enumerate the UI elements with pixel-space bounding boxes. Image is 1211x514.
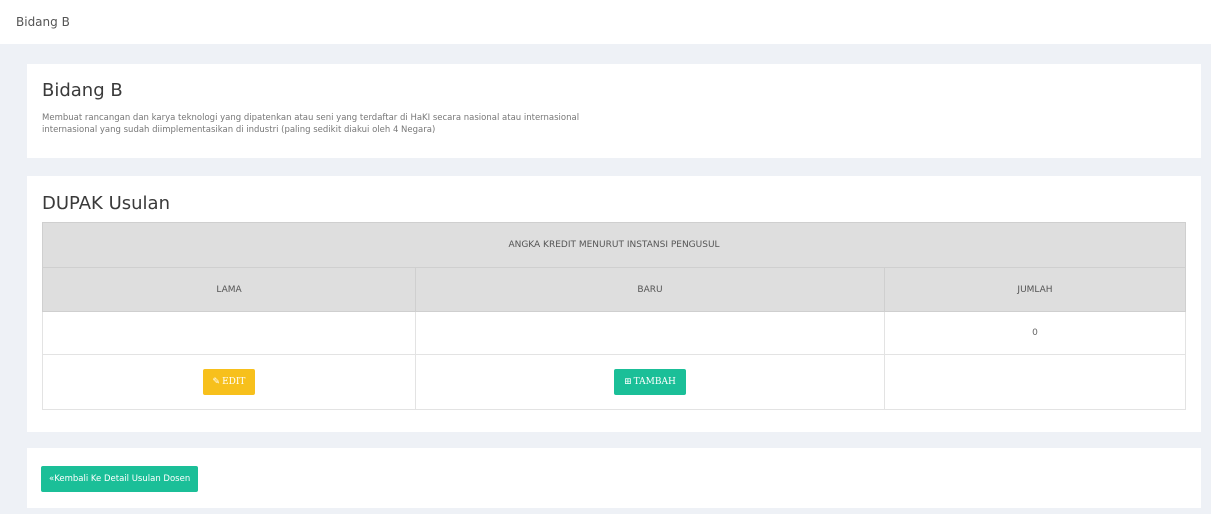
edit-icon: ✎ [212,377,221,387]
description-line-1: Membuat rancangan dan karya teknologi ya… [42,113,580,123]
dupak-table: ANGKA KREDIT MENURUT INSTANSI PENGUSUL L… [42,222,1186,410]
table-row-actions: ✎ EDIT ⊞ TAMBAH [42,354,1186,410]
breadcrumb: Bidang B [16,15,70,29]
top-bar: Bidang B [0,0,1211,44]
info-card: Bidang B Membuat rancangan dan karya tek… [27,64,1201,158]
page-title: Bidang B [42,80,123,101]
cell-jumlah: 0 [884,311,1186,355]
add-button-label: TAMBAH [633,377,676,387]
back-button-label: Kembali Ke Detail Usulan Dosen [54,474,191,484]
cell-baru [415,311,885,355]
back-button[interactable]: «Kembali Ke Detail Usulan Dosen [41,466,199,492]
edit-button[interactable]: ✎ EDIT [202,369,256,395]
edit-button-label: EDIT [222,377,246,387]
dupak-card: DUPAK Usulan ANGKA KREDIT MENURUT INSTAN… [27,176,1201,432]
column-header-lama: LAMA [42,267,416,312]
table-row: 0 [42,311,1186,355]
plus-square-icon: ⊞ [624,377,632,387]
column-header-jumlah: JUMLAH [884,267,1186,312]
column-header-baru: BARU [415,267,885,312]
description: Membuat rancangan dan karya teknologi ya… [42,112,822,136]
dupak-title: DUPAK Usulan [42,193,170,214]
cell-add-action: ⊞ TAMBAH [415,354,885,410]
footer-card: «Kembali Ke Detail Usulan Dosen [27,448,1201,508]
description-line-2: internasional yang sudah diimplementasik… [42,125,436,135]
cell-edit-action: ✎ EDIT [42,354,416,410]
table-group-header: ANGKA KREDIT MENURUT INSTANSI PENGUSUL [42,222,1186,268]
add-button[interactable]: ⊞ TAMBAH [614,369,686,395]
cell-empty [884,354,1186,410]
cell-lama [42,311,416,355]
